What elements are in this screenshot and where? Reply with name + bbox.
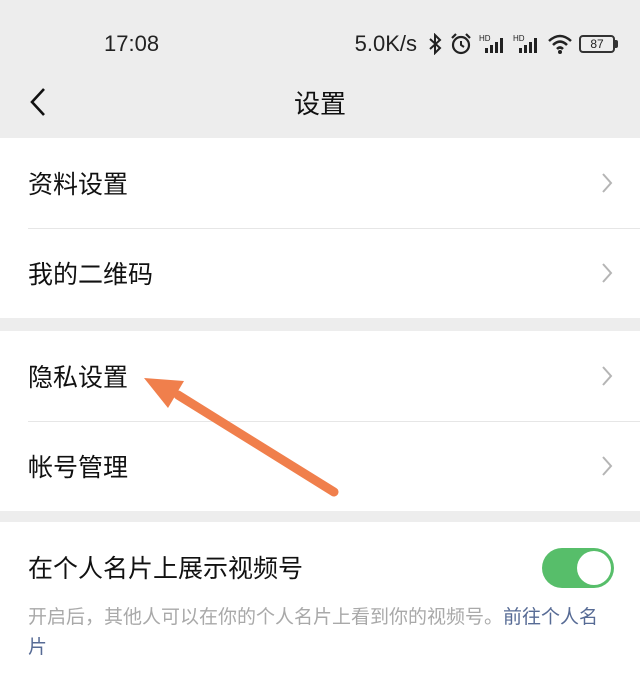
bluetooth-icon	[427, 33, 443, 55]
battery-icon: 87	[579, 35, 618, 53]
row-label: 隐私设置	[28, 363, 129, 392]
signal-hd-icon: HD	[513, 33, 541, 55]
row-label: 我的二维码	[28, 260, 154, 289]
status-indicators: 5.0K/s HD HD 87	[355, 30, 618, 58]
status-time: 17:08	[104, 31, 160, 56]
description-text: 开启后，其他人可以在你的个人名片上看到你的视频号。	[28, 606, 504, 628]
row-label: 资料设置	[28, 170, 129, 199]
wifi-icon	[547, 33, 573, 55]
row-label: 帐号管理	[28, 453, 129, 482]
chevron-right-icon	[600, 261, 614, 285]
network-speed: 5.0K/s	[354, 31, 417, 56]
video-channel-card: 在个人名片上展示视频号 开启后，其他人可以在你的个人名片上看到你的视频号。前往个…	[0, 522, 640, 690]
chevron-right-icon	[600, 171, 614, 195]
account-management-item[interactable]: 帐号管理	[0, 421, 640, 511]
video-channel-toggle[interactable]	[542, 548, 614, 588]
battery-level: 87	[579, 35, 615, 53]
profile-settings-item[interactable]: 资料设置	[0, 138, 640, 228]
video-channel-label: 在个人名片上展示视频号	[28, 554, 304, 583]
chevron-right-icon	[600, 454, 614, 478]
toggle-knob	[577, 551, 611, 585]
settings-group-privacy: 隐私设置 帐号管理	[0, 331, 640, 511]
video-channel-description: 开启后，其他人可以在你的个人名片上看到你的视频号。前往个人名片	[28, 602, 614, 662]
svg-text:HD: HD	[513, 34, 525, 43]
nav-bar: 设置	[0, 70, 640, 134]
my-qr-code-item[interactable]: 我的二维码	[0, 228, 640, 318]
svg-text:HD: HD	[479, 34, 491, 43]
alarm-icon	[449, 32, 473, 56]
chevron-right-icon	[600, 364, 614, 388]
privacy-settings-item[interactable]: 隐私设置	[0, 331, 640, 421]
page-title: 设置	[293, 90, 346, 120]
signal-hd-icon: HD	[479, 33, 507, 55]
settings-group-profile: 资料设置 我的二维码	[0, 138, 640, 318]
